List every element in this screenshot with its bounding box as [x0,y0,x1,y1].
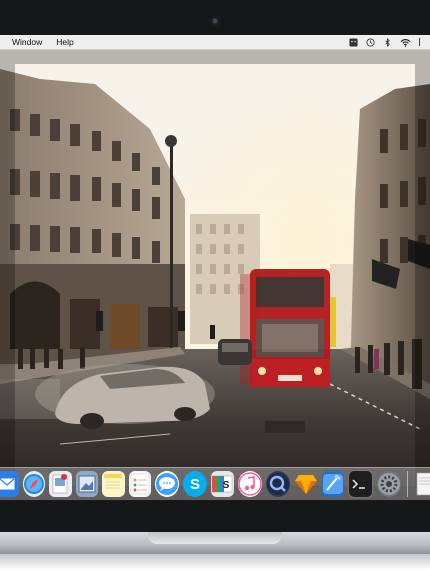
camera-icon [210,16,220,26]
dock: S S [0,467,430,500]
menu-bar-status-area [349,35,426,49]
mail-icon[interactable] [0,471,19,497]
finder-status-icon[interactable] [349,37,358,47]
quicktime-icon[interactable] [265,471,290,497]
menu-bar: Window Help [0,35,430,50]
sketch-icon[interactable] [294,471,318,497]
laptop-shadow [0,554,430,570]
system-preferences-icon[interactable] [376,471,401,497]
time-machine-icon[interactable] [366,37,375,47]
xcode-icon[interactable] [321,471,345,497]
skype-icon[interactable]: S [183,471,208,497]
preview-icon[interactable] [49,471,72,497]
svg-text:S: S [190,476,200,493]
screen: Window Help S S [0,35,430,501]
london-street-photo [0,49,430,501]
dock-separator [406,471,408,497]
svg-text:S: S [223,480,230,491]
desktop-wallpaper [0,49,430,501]
bluetooth-icon[interactable] [383,37,392,47]
messages-icon[interactable] [155,471,180,497]
menu-bar-extra-icon[interactable] [419,38,426,46]
document-icon[interactable] [414,471,430,497]
safari-icon[interactable] [22,471,46,497]
image-capture-icon[interactable] [75,471,99,497]
itunes-icon[interactable] [237,471,262,497]
terminal-icon[interactable] [348,470,373,498]
reminders-icon[interactable] [128,471,152,497]
menu-window[interactable]: Window [12,37,42,47]
notes-icon[interactable] [102,471,125,497]
menu-help[interactable]: Help [56,37,73,47]
wifi-icon[interactable] [400,38,411,47]
laptop-opening-notch [148,532,282,544]
slides-icon[interactable]: S [211,471,234,497]
